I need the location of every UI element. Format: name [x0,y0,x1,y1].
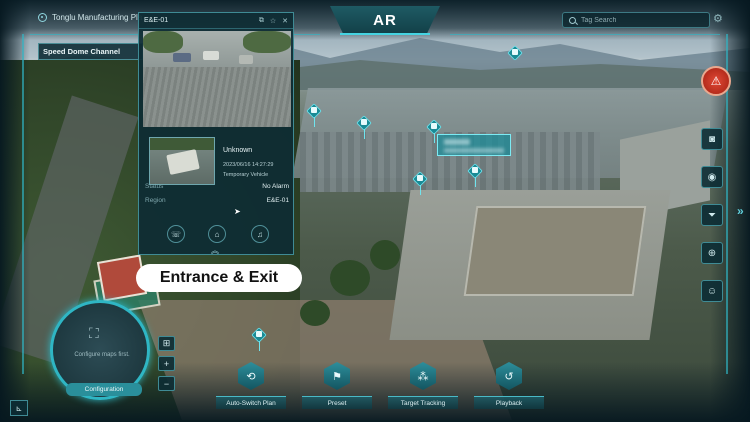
snapshot-tree [150,138,214,150]
tab-indicator [340,33,430,35]
app-title: Tonglu Manufacturing Pla [38,13,142,22]
tag-glyph [512,49,518,55]
tag-glyph [431,123,437,129]
action-label: Playback [474,396,544,409]
tag-label[interactable] [437,134,511,156]
tag-stem [433,133,435,143]
person-icon[interactable]: ☺ [701,280,723,302]
expand-panel-icon[interactable]: » [737,204,744,218]
ar-tag[interactable] [251,327,267,351]
location-icon [38,13,47,22]
zoom-out-button[interactable]: − [158,376,175,391]
ar-tag[interactable] [356,115,372,139]
tag-stem [363,129,365,139]
video-car [239,55,253,64]
configuration-button[interactable]: Configuration [66,383,142,396]
record-type: Temporary Vehicle [223,172,269,178]
action-label: Preset [302,396,372,409]
tag-glyph [311,107,317,113]
search-input[interactable] [581,16,701,24]
video-car [203,51,219,60]
star-icon[interactable]: ☆ [270,17,276,25]
chevron-up-icon[interactable]: ︽ [211,245,219,256]
video-tree [143,31,183,53]
zoom-in-button[interactable]: + [158,356,175,371]
record-timestamp: 2023/06/16 14:27:29 [223,162,274,168]
left-edge [0,0,30,422]
blurred-text [444,148,504,153]
record-icon[interactable]: ◉ [701,166,723,188]
rooftop [463,206,647,296]
blurred-text [444,139,470,145]
video-tree [243,31,291,53]
tag-glyph [256,331,262,337]
camera-icon[interactable]: ◙ [701,128,723,150]
app-title-text: Tonglu Manufacturing Pla [52,13,143,22]
tree [300,300,330,326]
grid-view-button[interactable]: ⊞ [158,336,175,351]
tree [330,260,370,296]
tag-glyph [361,119,367,125]
record-name: Unknown [223,147,253,154]
locate-icon[interactable]: ⊾ [10,400,28,416]
alarm-button[interactable]: ♫ [251,225,269,243]
tag-glyph [417,175,423,181]
tab-ar[interactable]: AR [330,6,440,34]
panel-actions: ⧉ ☆ ✕ [259,17,288,25]
tag-stem [258,341,260,351]
tag-stem [313,117,315,127]
panel-header: E&E-01 ⧉ ☆ ✕ [139,13,293,29]
ar-tag[interactable] [306,103,322,127]
vehicle-snapshot[interactable] [149,137,215,185]
tag-glyph [472,167,478,173]
live-video[interactable] [143,31,291,127]
ar-tag[interactable] [412,171,428,195]
action-label: Auto-Switch Plan [216,396,286,409]
action-label: Target Tracking [388,396,458,409]
ar-tag[interactable] [507,45,523,62]
snapshot-vehicle [166,149,200,175]
status-row: Status No Alarm [145,183,289,190]
frame-line [22,34,24,374]
video-car [173,53,191,62]
tag-search[interactable] [562,12,710,28]
frame-line [450,34,720,35]
barrier-button[interactable]: ⌂ [208,225,226,243]
ar-tag[interactable] [467,163,483,187]
map-hint: Configure maps first. [74,352,130,358]
caption-badge: Entrance & Exit [136,264,302,292]
detail-panel: E&E-01 ⧉ ☆ ✕ Unknown 2023/06/16 14:27:29… [138,12,294,255]
search-icon [569,16,576,24]
popout-icon[interactable]: ⧉ [259,17,264,25]
tree [370,240,400,270]
region-key: Region [145,197,166,204]
map-icon: ⛶ [89,325,99,341]
filter-icon[interactable]: ⏷ [701,204,723,226]
alarm-icon[interactable]: ⚠ [701,66,731,96]
status-key: Status [145,183,164,190]
video-ground [143,67,291,127]
close-icon[interactable]: ✕ [282,17,288,25]
panel-title: E&E-01 [144,17,169,24]
zoom-target-icon[interactable]: ⊕ [701,242,723,264]
region-row: Region E&E-01 [145,197,289,204]
intercom-button[interactable]: ☏ [167,225,185,243]
tag-stem [419,185,421,195]
channel-select[interactable]: Speed Dome Channel [38,43,143,60]
gear-icon[interactable]: ⚙ [713,14,724,25]
status-value: No Alarm [262,183,289,190]
region-value: E&E-01 [266,197,289,204]
mouse-cursor-icon: ➤ [234,207,241,216]
tag-stem [474,177,476,187]
